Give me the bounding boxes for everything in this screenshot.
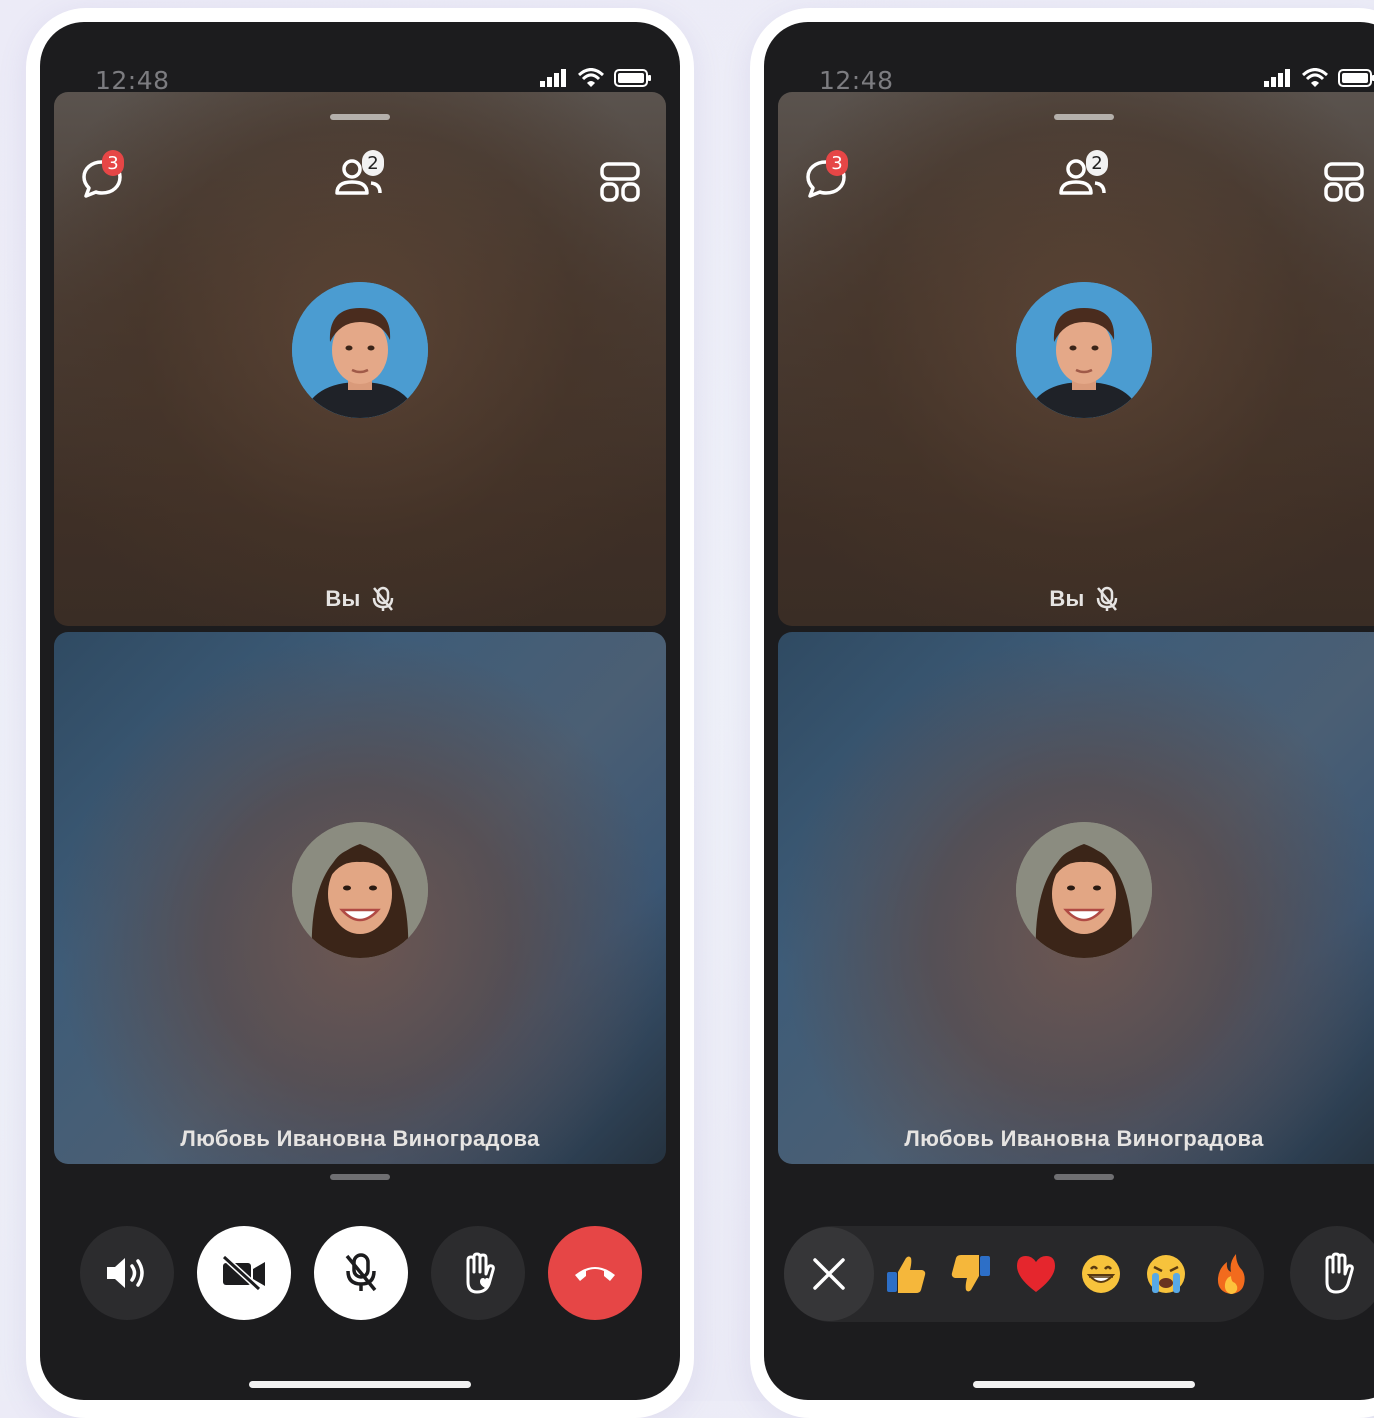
home-indicator xyxy=(249,1381,471,1388)
camera-off-icon xyxy=(221,1255,265,1291)
raise-hand-icon xyxy=(1325,1252,1354,1294)
wifi-icon xyxy=(578,68,604,87)
heart-icon xyxy=(1017,1256,1056,1292)
reaction-crying[interactable] xyxy=(1134,1227,1199,1321)
phone-screen-left: 12:48 3 2 Вы Любовь Ивановна Виноградова xyxy=(40,22,680,1400)
raise-hand-heart-icon xyxy=(466,1252,495,1294)
phone-screen-right: 12:48 3 2 Вы Любовь Ивановна Виноградова xyxy=(764,22,1374,1400)
system-icons xyxy=(1264,68,1374,88)
reaction-grin[interactable] xyxy=(1069,1227,1134,1321)
speaker-button[interactable] xyxy=(80,1226,174,1320)
fire-icon xyxy=(1218,1254,1246,1294)
self-video-tile[interactable]: 3 2 Вы xyxy=(54,92,666,626)
remote-name-label: Любовь Ивановна Виноградова xyxy=(904,1126,1264,1151)
thumbs-up-icon xyxy=(887,1256,926,1293)
hang-up-icon xyxy=(575,1267,615,1281)
self-avatar xyxy=(292,282,428,418)
mic-toggle-button[interactable] xyxy=(314,1226,408,1320)
remote-avatar xyxy=(1016,822,1152,958)
crying-emoji-icon xyxy=(1147,1255,1186,1293)
self-label-text: Вы xyxy=(1049,586,1085,611)
remote-video-tile[interactable]: Любовь Ивановна Виноградова xyxy=(778,632,1374,1164)
reaction-fire[interactable] xyxy=(1199,1227,1264,1321)
controls-grabber[interactable] xyxy=(330,1174,390,1180)
layout-grid-icon xyxy=(600,162,640,202)
self-name-label: Вы xyxy=(54,586,666,612)
hang-up-button[interactable] xyxy=(548,1226,642,1320)
status-time: 12:48 xyxy=(819,66,894,95)
reactions-bar xyxy=(784,1226,1264,1322)
camera-toggle-button[interactable] xyxy=(197,1226,291,1320)
raise-hand-button[interactable] xyxy=(1290,1226,1374,1320)
chat-button[interactable]: 3 xyxy=(72,148,132,208)
mic-muted-icon xyxy=(372,586,393,611)
self-video-tile[interactable]: 3 2 Вы xyxy=(778,92,1374,626)
close-reactions-button[interactable] xyxy=(784,1227,874,1321)
status-time: 12:48 xyxy=(95,66,170,95)
mic-muted-icon xyxy=(1096,586,1117,611)
layout-grid-icon xyxy=(1324,162,1364,202)
system-icons xyxy=(540,68,652,88)
battery-icon xyxy=(614,69,651,87)
male-avatar-image xyxy=(1016,282,1152,418)
battery-icon xyxy=(1338,69,1374,87)
signal-icon xyxy=(540,69,566,87)
participants-button[interactable]: 2 xyxy=(330,148,390,208)
reactions-button[interactable] xyxy=(431,1226,525,1320)
reaction-thumbs-up[interactable] xyxy=(874,1227,939,1321)
participants-badge: 2 xyxy=(362,150,384,176)
tile-grabber[interactable] xyxy=(1054,114,1114,120)
remote-avatar xyxy=(292,822,428,958)
call-controls xyxy=(80,1226,642,1322)
tile-grabber[interactable] xyxy=(330,114,390,120)
layout-button[interactable] xyxy=(1314,152,1374,212)
participants-badge: 2 xyxy=(1086,150,1108,176)
remote-name-label: Любовь Ивановна Виноградова xyxy=(180,1126,540,1151)
close-icon xyxy=(813,1258,845,1290)
chat-badge: 3 xyxy=(826,150,848,176)
thumbs-down-icon xyxy=(952,1255,991,1292)
controls-grabber[interactable] xyxy=(1054,1174,1114,1180)
self-avatar xyxy=(1016,282,1152,418)
self-name-label: Вы xyxy=(778,586,1374,612)
layout-button[interactable] xyxy=(590,152,650,212)
remote-video-tile[interactable]: Любовь Ивановна Виноградова xyxy=(54,632,666,1164)
grin-emoji-icon xyxy=(1082,1255,1121,1293)
home-indicator xyxy=(973,1381,1195,1388)
signal-icon xyxy=(1264,69,1290,87)
reaction-heart[interactable] xyxy=(1004,1227,1069,1321)
mic-off-icon xyxy=(345,1253,377,1292)
reaction-thumbs-down[interactable] xyxy=(939,1227,1004,1321)
participants-button[interactable]: 2 xyxy=(1054,148,1114,208)
self-label-text: Вы xyxy=(325,586,361,611)
male-avatar-image xyxy=(292,282,428,418)
status-bar: 12:48 xyxy=(764,22,1374,95)
speaker-icon xyxy=(107,1258,144,1288)
status-bar: 12:48 xyxy=(40,22,680,95)
female-avatar-image xyxy=(292,822,428,958)
chat-badge: 3 xyxy=(102,150,124,176)
chat-button[interactable]: 3 xyxy=(796,148,856,208)
female-avatar-image xyxy=(1016,822,1152,958)
wifi-icon xyxy=(1302,68,1328,87)
